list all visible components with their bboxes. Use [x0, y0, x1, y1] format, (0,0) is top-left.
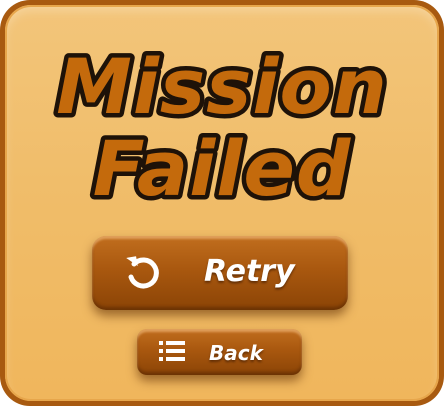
back-label: Back [209, 341, 263, 365]
retry-icon [126, 256, 159, 289]
retry-label: Retry [204, 254, 295, 289]
title-line-1: Mission [56, 42, 388, 131]
retry-button[interactable]: Retry [92, 236, 348, 310]
mission-failed-title: Mission Failed [52, 38, 392, 218]
back-button[interactable]: Back [137, 329, 302, 375]
mission-failed-dialog: Mission Failed Retry Back [0, 0, 444, 406]
list-icon [159, 341, 185, 361]
title-line-2: Failed [93, 124, 352, 213]
dialog-panel: Mission Failed Retry Back [5, 5, 439, 401]
